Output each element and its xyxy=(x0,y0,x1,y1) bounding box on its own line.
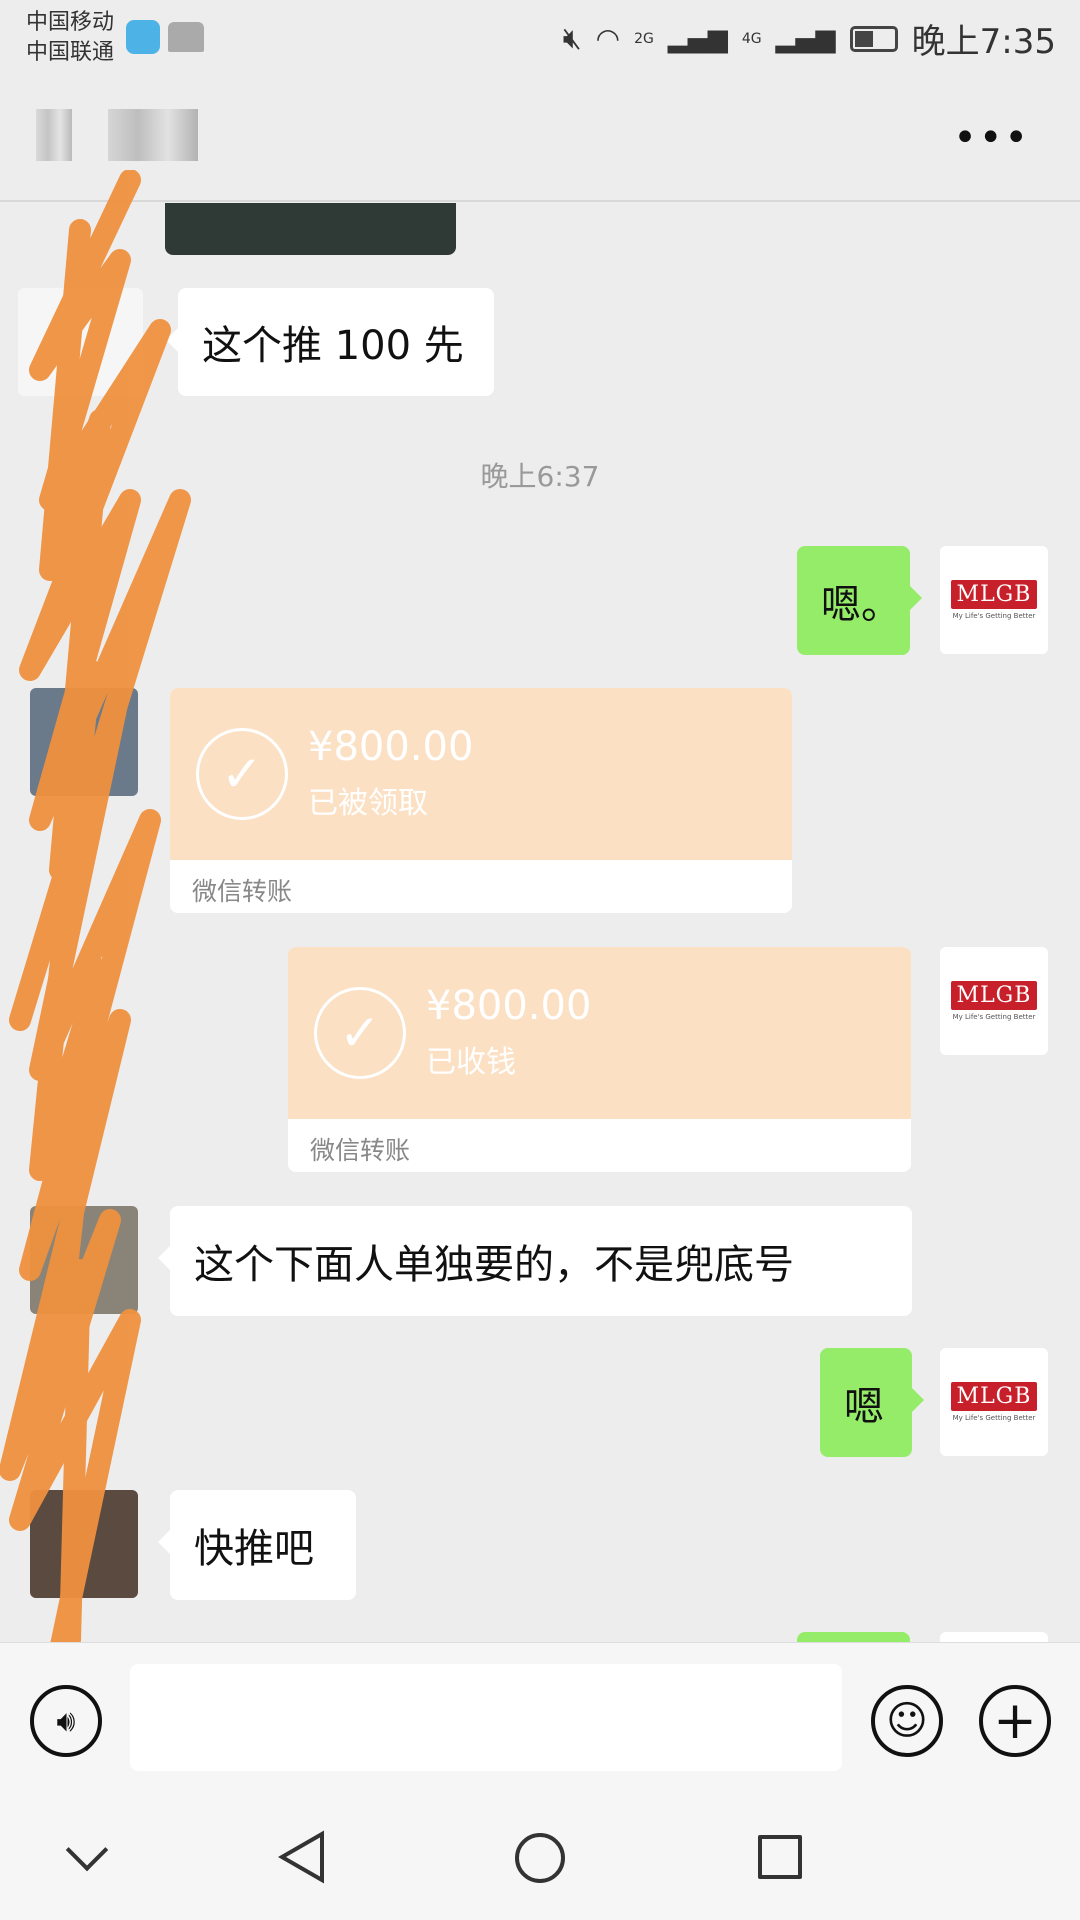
mute-icon: 🔇︎ xyxy=(562,21,582,56)
wifi-icon: ◠ xyxy=(595,22,621,55)
more-button[interactable]: ••• xyxy=(953,115,1030,161)
signal-4g-icon: 4G xyxy=(741,30,762,47)
orange-scribble-redaction xyxy=(0,170,191,1650)
shield-app-icon xyxy=(126,20,160,54)
logo-tagline: My Life's Getting Better xyxy=(952,612,1036,620)
clock: 晚上7:35 xyxy=(911,22,1056,62)
carrier-2: 中国联通 xyxy=(26,40,115,65)
signal-2g-icon: 2G xyxy=(634,30,654,47)
back-button[interactable] xyxy=(36,109,72,161)
image-message[interactable] xyxy=(165,203,456,255)
plus-button[interactable]: + xyxy=(979,1685,1051,1757)
message-bubble[interactable]: 嗯 xyxy=(820,1348,924,1457)
my-avatar[interactable]: MLGB My Life's Getting Better xyxy=(940,1348,1048,1456)
carrier-info: 中国移动 中国联通 xyxy=(26,8,114,68)
transfer-amount: ¥800.00 xyxy=(426,983,592,1029)
logo-tagline: My Life's Getting Better xyxy=(952,1414,1036,1422)
transfer-status: 已收钱 xyxy=(426,1045,516,1080)
battery-icon xyxy=(849,25,898,52)
home-circle-icon[interactable] xyxy=(515,1833,565,1883)
system-icons: 🔇︎ ◠ 2G ▂▄▆ 4G ▂▄▆ 晚上7:35 xyxy=(563,14,1056,63)
cat-app-icon xyxy=(168,22,204,52)
transfer-footer: 微信转账 xyxy=(192,877,293,906)
logo-tagline: My Life's Getting Better xyxy=(952,1013,1036,1021)
my-avatar[interactable]: MLGB My Life's Getting Better xyxy=(940,947,1048,1055)
signal-bars-icon: ▂▄▆ xyxy=(775,23,836,54)
system-nav-bar xyxy=(0,1775,1080,1920)
check-icon: ✓ xyxy=(196,728,288,820)
carrier-1: 中国移动 xyxy=(26,10,115,35)
recents-square-icon[interactable] xyxy=(758,1835,802,1879)
my-avatar[interactable]: MLGB My Life's Getting Better xyxy=(940,546,1048,654)
message-input[interactable] xyxy=(130,1664,842,1771)
logo: MLGB xyxy=(950,1382,1038,1411)
message-text: 嗯。 xyxy=(821,581,901,628)
message-bubble[interactable]: 这个下面人单独要的，不是兜底号 xyxy=(158,1206,912,1316)
logo: MLGB xyxy=(950,580,1038,609)
voice-button[interactable]: 🔊︎ xyxy=(30,1685,102,1757)
transfer-footer: 微信转账 xyxy=(310,1136,411,1165)
transfer-card[interactable]: ✓ ¥800.00 已收钱 微信转账 xyxy=(288,947,911,1172)
message-text: 嗯 xyxy=(844,1383,884,1430)
logo: MLGB xyxy=(950,981,1038,1010)
message-bubble[interactable]: 嗯。 xyxy=(797,546,922,655)
status-bar: 中国移动 中国联通 🔇︎ ◠ 2G ▂▄▆ 4G ▂▄▆ 晚上7:35 xyxy=(0,0,1080,85)
message-text: 这个推 100 先 xyxy=(202,323,464,369)
signal-bars-icon: ▂▄▆ xyxy=(667,23,728,54)
emoji-button[interactable]: ☺ xyxy=(871,1685,943,1757)
message-text: 这个下面人单独要的，不是兜底号 xyxy=(194,1242,794,1288)
message-text: 快推吧 xyxy=(194,1526,314,1572)
back-triangle-icon[interactable] xyxy=(276,1830,326,1884)
transfer-card[interactable]: ✓ ¥800.00 已被领取 微信转账 xyxy=(170,688,792,913)
input-bar: 🔊︎ ☺ + xyxy=(0,1642,1080,1775)
check-icon: ✓ xyxy=(314,987,406,1079)
transfer-status: 已被领取 xyxy=(308,786,428,821)
chevron-down-icon[interactable] xyxy=(65,1828,109,1872)
message-bubble[interactable]: 这个推 100 先 xyxy=(166,288,494,396)
transfer-amount: ¥800.00 xyxy=(308,724,474,770)
chat-title xyxy=(108,109,198,161)
